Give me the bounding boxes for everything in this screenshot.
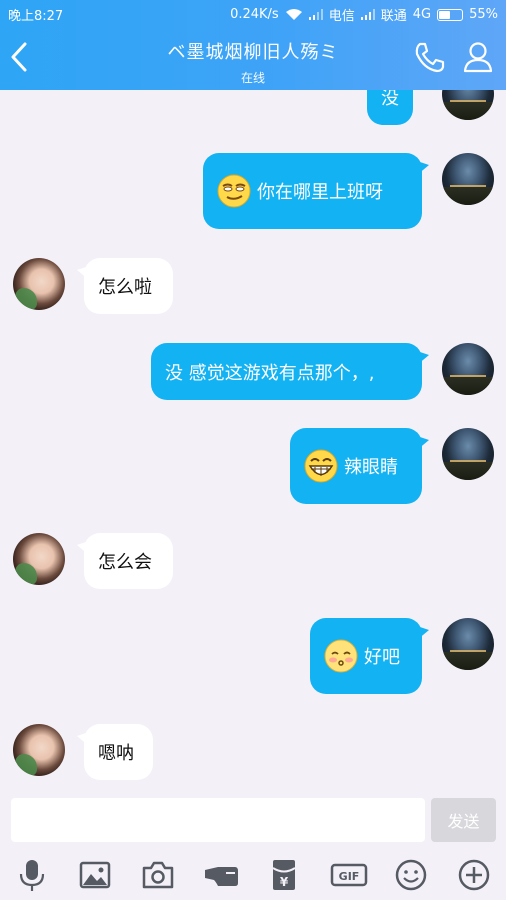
chat-header: 晚上8:27 0.24K/s 电信 联通 4G 55% ベ墨城烟柳旧人殇ミ 在线: [0, 0, 506, 90]
message-bubble-outgoing[interactable]: 没: [367, 90, 413, 125]
message-text: 辣眼睛: [344, 457, 398, 478]
message-bubble-incoming[interactable]: 怎么会: [77, 533, 173, 589]
red-packet-icon[interactable]: ¥: [267, 858, 301, 892]
online-status: 在线: [240, 71, 265, 85]
contact-avatar[interactable]: [13, 724, 65, 776]
carrier-2: 联通: [380, 9, 407, 24]
send-button[interactable]: 发送: [431, 798, 496, 842]
poke-icon[interactable]: [204, 858, 238, 892]
message-text: 没 感觉这游戏有点那个，,: [165, 362, 375, 384]
message-text: 怎么会: [98, 552, 152, 573]
wifi-icon: [285, 9, 302, 20]
contact-avatar[interactable]: [13, 533, 65, 585]
camera-icon[interactable]: [141, 858, 175, 892]
message-bubble-incoming[interactable]: 怎么啦: [77, 258, 173, 314]
smirk-emoji-icon: [217, 174, 251, 208]
my-avatar[interactable]: [442, 153, 494, 205]
message-bubble-outgoing[interactable]: 没 感觉这游戏有点那个，,: [151, 343, 429, 400]
message-text: 好吧: [364, 647, 400, 668]
message-bubble-outgoing[interactable]: 辣眼睛: [290, 428, 429, 504]
phone-icon[interactable]: [412, 40, 446, 74]
network-speed: 0.24K/s: [230, 7, 279, 22]
message-bubble-outgoing[interactable]: 好吧: [310, 618, 429, 694]
back-icon[interactable]: [8, 40, 30, 74]
message-text: 嗯呐: [98, 743, 134, 764]
yen-label: ¥: [280, 875, 289, 889]
signal-icon-2: [360, 9, 375, 20]
status-right: 0.24K/s 电信 联通 4G 55%: [230, 5, 498, 24]
carrier-1: 电信: [328, 9, 355, 24]
input-toolbar: ¥ GIF: [0, 850, 506, 900]
battery-percent: 55%: [469, 7, 498, 22]
plus-icon[interactable]: [457, 858, 491, 892]
message-text: 没: [381, 90, 399, 109]
my-avatar[interactable]: [442, 90, 494, 120]
input-bar: 发送: [0, 788, 506, 850]
signal-icon: [308, 9, 323, 20]
gif-icon[interactable]: GIF: [330, 858, 368, 892]
message-list[interactable]: 没 你在哪里上班呀 怎么啦 没 感觉这游戏有点那个，, 辣眼睛 怎么会 好吧 嗯…: [0, 90, 506, 788]
network-type: 4G: [412, 7, 432, 22]
contact-avatar[interactable]: [13, 258, 65, 310]
emoji-icon[interactable]: [394, 858, 428, 892]
message-text: 怎么啦: [98, 277, 152, 298]
blush-emoji-icon: [324, 639, 358, 673]
message-input[interactable]: [11, 798, 425, 842]
profile-icon[interactable]: [462, 40, 494, 74]
gif-label: GIF: [339, 870, 360, 883]
message-bubble-outgoing[interactable]: 你在哪里上班呀: [203, 153, 429, 229]
message-text: 你在哪里上班呀: [257, 182, 383, 203]
microphone-icon[interactable]: [15, 858, 49, 892]
status-bar: 晚上8:27 0.24K/s 电信 联通 4G 55%: [0, 0, 506, 26]
contact-name: ベ墨城烟柳旧人殇ミ: [167, 42, 339, 63]
my-avatar[interactable]: [442, 343, 494, 395]
grin-emoji-icon: [304, 449, 338, 483]
chat-title-area[interactable]: ベ墨城烟柳旧人殇ミ 在线: [100, 38, 406, 86]
status-time: 晚上8:27: [8, 9, 64, 24]
my-avatar[interactable]: [442, 618, 494, 670]
my-avatar[interactable]: [442, 428, 494, 480]
battery-icon: [437, 8, 464, 21]
image-icon[interactable]: [78, 858, 112, 892]
message-bubble-incoming[interactable]: 嗯呐: [77, 724, 153, 780]
